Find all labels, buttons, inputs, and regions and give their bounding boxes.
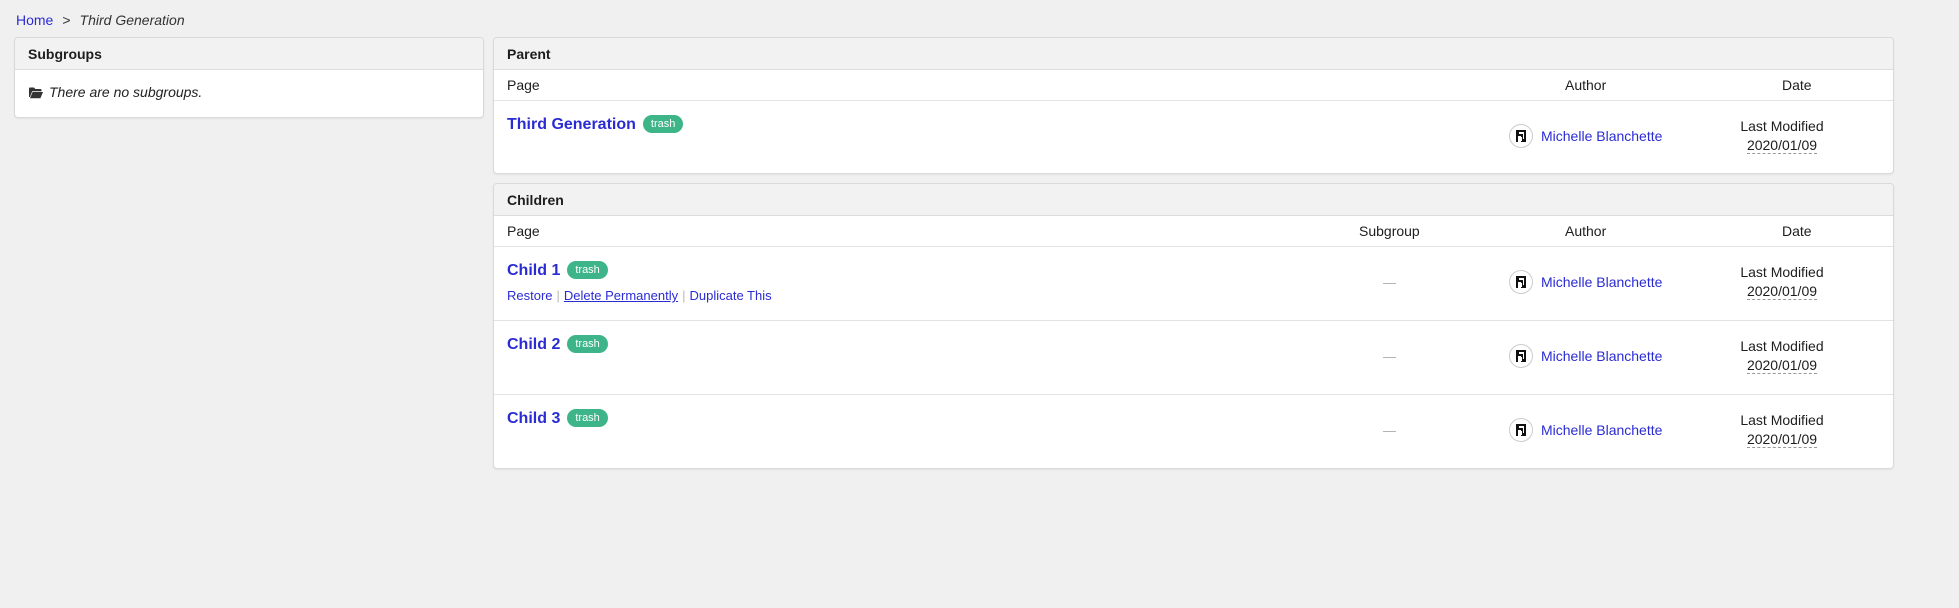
- parent-table-header: Page Author Date: [494, 70, 1893, 101]
- table-row: Child 2 trash — Michelle Blanchette Last …: [494, 321, 1893, 395]
- folder-open-icon: [29, 87, 43, 98]
- avatar: [1509, 344, 1533, 368]
- delete-permanently-link[interactable]: Delete Permanently: [564, 288, 678, 303]
- parent-table-row: Third Generation trash Michelle Blanchett…: [494, 101, 1893, 173]
- children-table-header: Page Subgroup Author Date: [494, 216, 1893, 247]
- subgroup-empty-dash: —: [1383, 275, 1396, 290]
- author-link[interactable]: Michelle Blanchette: [1541, 422, 1662, 438]
- breadcrumb-home-link[interactable]: Home: [16, 12, 53, 28]
- column-header-page: Page: [507, 77, 540, 93]
- column-header-author: Author: [1565, 223, 1607, 239]
- subgroups-panel: Subgroups There are no subgroups.: [14, 37, 484, 118]
- author-cell: Michelle Blanchette: [1509, 418, 1662, 442]
- child-page-link[interactable]: Child 2 trash: [507, 335, 608, 354]
- parent-panel-title: Parent: [494, 38, 1893, 70]
- children-panel-title: Children: [494, 184, 1893, 216]
- duplicate-link[interactable]: Duplicate This: [689, 288, 771, 303]
- subgroup-empty-dash: —: [1383, 423, 1396, 438]
- column-header-date: Date: [1782, 223, 1812, 239]
- avatar: [1509, 124, 1533, 148]
- date-cell: Last Modified 2020/01/09: [1712, 337, 1852, 375]
- action-divider: |: [682, 288, 686, 303]
- column-header-subgroup: Subgroup: [1359, 223, 1420, 239]
- table-row: Child 1 trash Restore | Delete Permanently |…: [494, 247, 1893, 321]
- date-label: Last Modified: [1740, 412, 1824, 428]
- trash-badge: trash: [567, 261, 608, 279]
- row-actions: Restore | Delete Permanently | Duplicate Thi…: [507, 288, 772, 303]
- date-value: 2020/01/09: [1746, 283, 1818, 300]
- date-value: 2020/01/09: [1746, 431, 1818, 448]
- child-page-title[interactable]: Child 1: [507, 262, 560, 279]
- author-link[interactable]: Michelle Blanchette: [1541, 128, 1662, 144]
- author-cell: Michelle Blanchette: [1509, 344, 1662, 368]
- trash-badge: trash: [642, 115, 684, 133]
- avatar: [1509, 418, 1533, 442]
- child-page-title[interactable]: Child 2: [507, 336, 560, 353]
- breadcrumb-current: Third Generation: [79, 12, 185, 28]
- author-avatar-icon: [1516, 424, 1526, 436]
- parent-page-link[interactable]: Third Generation trash: [507, 115, 684, 134]
- author-cell: Michelle Blanchette: [1509, 124, 1662, 148]
- action-divider: |: [556, 288, 560, 303]
- date-cell: Last Modified 2020/01/09: [1712, 117, 1852, 155]
- breadcrumb: Home > Third Generation: [16, 12, 185, 28]
- column-header-date: Date: [1782, 77, 1812, 93]
- date-label: Last Modified: [1740, 118, 1824, 134]
- author-link[interactable]: Michelle Blanchette: [1541, 348, 1662, 364]
- date-cell: Last Modified 2020/01/09: [1712, 263, 1852, 301]
- author-avatar-icon: [1516, 350, 1526, 362]
- date-cell: Last Modified 2020/01/09: [1712, 411, 1852, 449]
- subgroups-panel-title: Subgroups: [15, 38, 483, 70]
- author-avatar-icon: [1516, 130, 1526, 142]
- children-panel: Children Page Subgroup Author Date Child…: [493, 183, 1894, 469]
- author-cell: Michelle Blanchette: [1509, 270, 1662, 294]
- date-value: 2020/01/09: [1746, 357, 1818, 374]
- child-page-link[interactable]: Child 1 trash: [507, 261, 608, 280]
- date-value: 2020/01/09: [1746, 137, 1818, 154]
- date-label: Last Modified: [1740, 338, 1824, 354]
- subgroup-empty-dash: —: [1383, 349, 1396, 364]
- column-header-page: Page: [507, 223, 540, 239]
- date-label: Last Modified: [1740, 264, 1824, 280]
- column-header-author: Author: [1565, 77, 1607, 93]
- parent-panel: Parent Page Author Date Third Generation…: [493, 37, 1894, 174]
- trash-badge: trash: [567, 335, 608, 353]
- breadcrumb-separator: >: [62, 12, 71, 28]
- restore-link[interactable]: Restore: [507, 288, 553, 303]
- subgroups-empty-text: There are no subgroups.: [49, 84, 203, 100]
- child-page-link[interactable]: Child 3 trash: [507, 409, 608, 428]
- trash-badge: trash: [567, 409, 608, 427]
- parent-page-title[interactable]: Third Generation: [507, 116, 636, 133]
- subgroups-empty-message: There are no subgroups.: [15, 70, 483, 115]
- author-link[interactable]: Michelle Blanchette: [1541, 274, 1662, 290]
- table-row: Child 3 trash — Michelle Blanchette Last …: [494, 395, 1893, 468]
- child-page-title[interactable]: Child 3: [507, 410, 560, 427]
- author-avatar-icon: [1516, 276, 1526, 288]
- avatar: [1509, 270, 1533, 294]
